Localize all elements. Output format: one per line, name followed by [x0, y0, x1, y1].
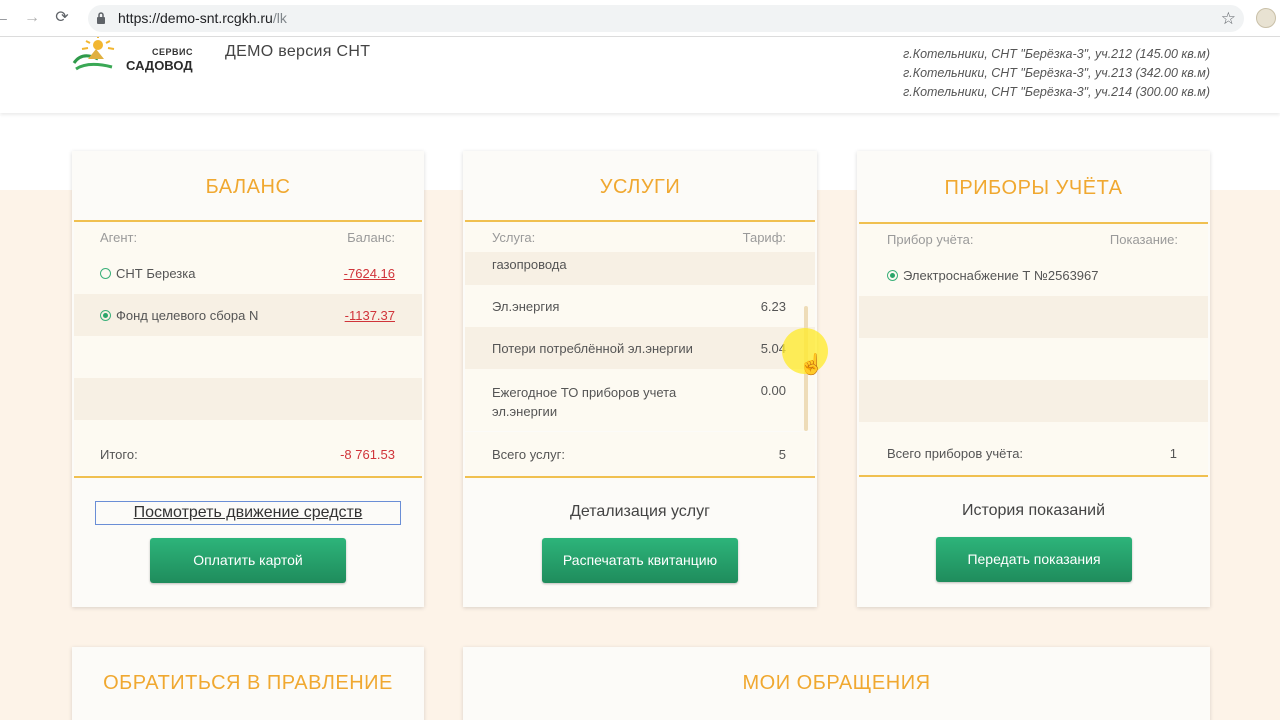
- submit-readings-button[interactable]: Передать показания: [936, 537, 1132, 582]
- balance-link[interactable]: -1137.37: [345, 308, 395, 323]
- total-row: Всего приборов учёта: 1: [859, 422, 1208, 475]
- service-details-link[interactable]: Детализация услуг: [463, 503, 817, 521]
- hand-cursor-icon: ☝: [799, 354, 824, 376]
- service-name: газопровода: [492, 257, 567, 272]
- plot-addresses: г.Котельники, СНТ "Берёзка-3", уч.212 (1…: [903, 45, 1210, 102]
- agent-cell: СНТ Березка: [100, 266, 195, 281]
- card-title: МОИ ОБРАЩЕНИЯ: [742, 672, 931, 694]
- agent-cell: Фонд целевого сбора N: [100, 308, 258, 323]
- address-bar[interactable]: https://demo-snt.rcgkh.ru/lk ☆: [88, 5, 1244, 32]
- meters-card: ПРИБОРЫ УЧЁТА Прибор учёта: Показание: Э…: [857, 151, 1210, 607]
- pay-by-card-button[interactable]: Оплатить картой: [150, 538, 346, 583]
- total-value: 5: [778, 447, 786, 462]
- agent-name: СНТ Березка: [116, 266, 196, 281]
- agent-name: Фонд целевого сбора N: [116, 308, 259, 323]
- radio-icon[interactable]: [100, 268, 111, 279]
- reload-icon[interactable]: ⟳: [52, 8, 72, 28]
- total-value: -8 761.53: [340, 447, 395, 462]
- radio-selected-icon[interactable]: [887, 270, 898, 281]
- column-header-meter: Прибор учёта:: [887, 232, 974, 247]
- print-receipt-button[interactable]: Распечатать квитанцию: [542, 538, 738, 583]
- meter-cell: Электроснабжение Т №2563967: [887, 268, 1099, 283]
- demo-title: ДЕМО версия СНТ: [225, 43, 371, 60]
- empty-row: [859, 338, 1208, 380]
- view-transactions-link[interactable]: Посмотреть движение средств: [95, 501, 401, 525]
- table-row[interactable]: Ежегодное ТО приборов учета эл.энергии 0…: [465, 369, 815, 431]
- profile-avatar[interactable]: [1256, 8, 1276, 28]
- contact-board-card: ОБРАТИТЬСЯ В ПРАВЛЕНИЕ: [72, 647, 424, 720]
- balance-link[interactable]: -7624.16: [344, 266, 395, 281]
- logo-name-text: САДОВОД: [126, 58, 193, 73]
- card-title: УСЛУГИ: [599, 176, 681, 198]
- meter-name: Электроснабжение Т №2563967: [903, 268, 1099, 283]
- divider: [859, 475, 1208, 477]
- table-row[interactable]: Электроснабжение Т №2563967: [859, 254, 1208, 296]
- column-header-agent: Агент:: [100, 230, 138, 245]
- address-line: г.Котельники, СНТ "Берёзка-3", уч.214 (3…: [903, 85, 1210, 99]
- forward-arrow-icon[interactable]: →: [22, 8, 42, 28]
- total-label: Итого:: [100, 447, 138, 462]
- column-header-tariff: Тариф:: [742, 230, 786, 245]
- radio-selected-icon[interactable]: [100, 310, 111, 321]
- table-row-partial[interactable]: газопровода: [465, 252, 815, 285]
- service-tariff: 6.23: [760, 299, 786, 314]
- table-row[interactable]: СНТ Березка -7624.16: [74, 252, 422, 294]
- total-label: Всего приборов учёта:: [887, 446, 1024, 461]
- lock-icon: [97, 12, 105, 24]
- address-line: г.Котельники, СНТ "Берёзка-3", уч.213 (3…: [903, 66, 1210, 80]
- total-row: Итого: -8 761.53: [74, 420, 422, 475]
- empty-row: [859, 380, 1208, 422]
- table-header-row: Агент: Баланс:: [74, 222, 422, 252]
- url-text: https://demo-snt.rcgkh.ru/lk: [118, 10, 287, 26]
- column-header-reading: Показание:: [1109, 232, 1178, 247]
- service-name: Ежегодное ТО приборов учета эл.энергии: [492, 385, 677, 419]
- service-name: Эл.энергия: [492, 299, 560, 314]
- card-title: ПРИБОРЫ УЧЁТА: [944, 177, 1123, 199]
- empty-row: [74, 378, 422, 420]
- empty-row: [74, 336, 422, 378]
- total-row: Всего услуг: 5: [465, 432, 815, 476]
- table-row[interactable]: Потери потреблённой эл.энергии 5.04: [465, 327, 815, 369]
- divider: [465, 476, 815, 478]
- total-label: Всего услуг:: [492, 447, 565, 462]
- my-requests-card: МОИ ОБРАЩЕНИЯ: [463, 647, 1210, 720]
- table-row[interactable]: Эл.энергия 6.23: [465, 285, 815, 327]
- bookmark-star-icon[interactable]: ☆: [1221, 9, 1236, 29]
- card-title: ОБРАТИТЬСЯ В ПРАВЛЕНИЕ: [103, 672, 393, 694]
- service-name: Потери потреблённой эл.энергии: [492, 341, 693, 356]
- services-card: УСЛУГИ Услуга: Тариф: газопровода Эл.эне…: [463, 151, 817, 607]
- table-row[interactable]: Фонд целевого сбора N -1137.37: [74, 294, 422, 336]
- back-arrow-icon[interactable]: ←: [0, 8, 12, 28]
- browser-toolbar: ← → ⟳ https://demo-snt.rcgkh.ru/lk ☆: [0, 0, 1280, 37]
- empty-row: [859, 296, 1208, 338]
- column-header-balance: Баланс:: [347, 230, 395, 245]
- column-header-service: Услуга:: [492, 230, 536, 245]
- site-header: СЕРВИС САДОВОД ДЕМО версия СНТ г.Котельн…: [0, 37, 1280, 113]
- url-path: /lk: [272, 10, 287, 26]
- address-line: г.Котельники, СНТ "Берёзка-3", уч.212 (1…: [903, 47, 1210, 61]
- total-value: 1: [1169, 446, 1177, 461]
- url-host: https://demo-snt.rcgkh.ru: [118, 10, 273, 26]
- readings-history-link[interactable]: История показаний: [857, 502, 1210, 520]
- table-header-row: Услуга: Тариф:: [465, 222, 815, 252]
- logo-service-text: СЕРВИС: [152, 47, 193, 57]
- divider: [74, 476, 422, 478]
- service-tariff: 0.00: [760, 383, 786, 398]
- card-title: БАЛАНС: [205, 176, 291, 198]
- balance-card: БАЛАНС Агент: Баланс: СНТ Березка -7624.…: [72, 151, 424, 607]
- table-header-row: Прибор учёта: Показание:: [859, 224, 1208, 254]
